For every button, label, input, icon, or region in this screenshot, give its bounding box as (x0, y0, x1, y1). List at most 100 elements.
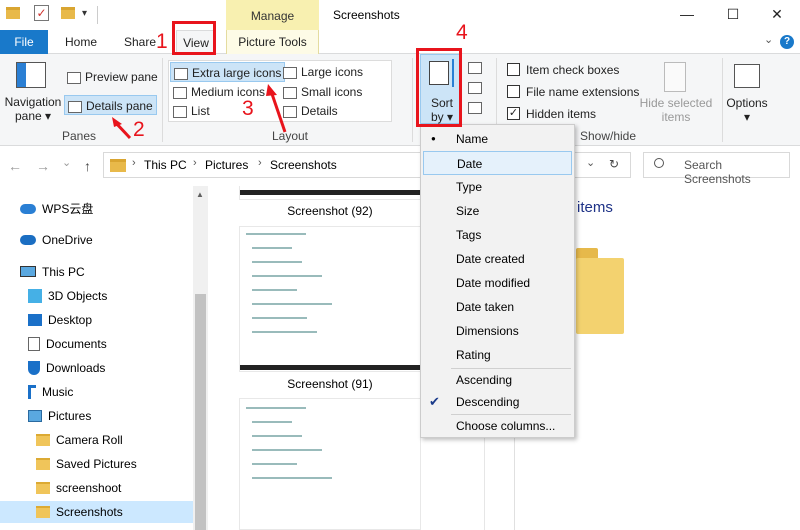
breadcrumb-separator[interactable]: › (258, 157, 262, 169)
sort-menu-rating[interactable]: Rating (421, 343, 574, 367)
nav-item-downloads[interactable]: Downloads (28, 357, 105, 379)
nav-item-screenshoot[interactable]: screenshoot (36, 477, 121, 499)
help-icon[interactable]: ? (780, 35, 794, 49)
new-folder-icon[interactable] (61, 7, 75, 19)
sort-menu-date-created[interactable]: Date created (421, 247, 574, 271)
sort-menu-tags[interactable]: Tags (421, 223, 574, 247)
file-thumbnail-partial[interactable] (239, 186, 421, 200)
breadcrumb-screenshots[interactable]: Screenshots (270, 158, 337, 172)
thumbnail-line (252, 435, 302, 437)
nav-item-label: Pictures (48, 409, 92, 423)
small-icons-button[interactable]: Small icons (280, 82, 365, 102)
properties-icon[interactable]: ✓ (34, 5, 49, 21)
hidden-items-toggle[interactable]: ✓ Hidden items (504, 104, 599, 124)
close-button[interactable]: ✕ (754, 0, 800, 30)
nav-item-this-pc[interactable]: This PC (20, 261, 85, 283)
tab-manage[interactable]: Manage (226, 0, 319, 30)
sort-by-menu: ● Name Date Type Size Tags Date created … (420, 124, 575, 438)
group-by-icon[interactable] (468, 62, 482, 74)
sort-menu-item-label: Type (456, 180, 483, 194)
extra-large-icons-button[interactable]: Extra large icons (170, 62, 286, 82)
file-label[interactable]: Screenshot (91) (239, 377, 421, 391)
nav-item-saved-pictures[interactable]: Saved Pictures (36, 453, 137, 475)
sort-menu-choose-columns[interactable]: Choose columns... (421, 414, 574, 438)
file-label[interactable]: Screenshot (92) (239, 204, 421, 218)
sort-menu-item-label: Tags (456, 228, 482, 242)
customize-quick-access-icon[interactable]: ▾ (82, 8, 87, 19)
annotation-box-view (172, 21, 216, 55)
hide-selected-items-button[interactable]: Hide selected items (636, 96, 716, 126)
details-pane-label: Details pane (86, 99, 153, 113)
search-input[interactable]: Search Screenshots (684, 158, 789, 186)
list-view-icon (173, 105, 187, 118)
layout-group-label: Layout (271, 129, 309, 143)
sort-menu-date[interactable]: Date (423, 151, 572, 175)
minimize-button[interactable]: — (664, 0, 710, 30)
tab-home[interactable]: Home (56, 30, 106, 54)
sort-menu-date-modified[interactable]: Date modified (421, 271, 574, 295)
thumbnail-line (252, 477, 332, 479)
sort-menu-type[interactable]: Type (421, 175, 574, 199)
details-item-count: items (577, 199, 613, 216)
hidden-items-checkbox[interactable]: ✓ (507, 107, 520, 121)
nav-item-camera-roll[interactable]: Camera Roll (36, 429, 123, 451)
details-pane-button[interactable]: Details pane (64, 95, 157, 115)
nav-item-desktop[interactable]: Desktop (28, 309, 92, 331)
hidden-items-label: Hidden items (526, 107, 597, 121)
options-button[interactable]: Options ▾ (722, 96, 772, 126)
tab-file[interactable]: File (0, 30, 48, 54)
checkmark-icon: ✔ (429, 394, 440, 409)
search-box[interactable]: Search Screenshots (643, 152, 790, 186)
divider (97, 6, 98, 24)
scroll-up-icon[interactable]: ▲ (196, 190, 204, 199)
sort-menu-descending[interactable]: ✔ Descending (421, 390, 574, 414)
sort-menu-item-label: Descending (456, 395, 520, 409)
item-check-boxes-toggle[interactable]: Item check boxes (504, 60, 622, 80)
preview-pane-button[interactable]: Preview pane (64, 67, 161, 87)
nav-item-wps[interactable]: WPS云盘 (20, 198, 93, 220)
details-view-button[interactable]: Details (280, 101, 341, 121)
up-button[interactable]: ↑ (84, 158, 91, 174)
details-view-icon (283, 105, 297, 118)
breadcrumb-separator[interactable]: › (132, 157, 136, 169)
sort-menu-size[interactable]: Size (421, 199, 574, 223)
sort-menu-name[interactable]: ● Name (421, 127, 574, 151)
nav-pane-scroll-thumb[interactable] (195, 294, 206, 530)
sort-menu-dimensions[interactable]: Dimensions (421, 319, 574, 343)
large-icons-button[interactable]: Large icons (280, 62, 366, 82)
size-columns-icon[interactable] (468, 102, 482, 114)
sort-menu-date-taken[interactable]: Date taken (421, 295, 574, 319)
navigation-pane-button[interactable]: Navigation pane ▾ (4, 95, 62, 125)
nav-item-screenshots[interactable]: Screenshots (0, 501, 193, 523)
breadcrumb-separator[interactable]: › (193, 157, 197, 169)
nav-item-label: Desktop (48, 313, 93, 327)
sort-menu-item-label: Name (456, 132, 489, 146)
maximize-button[interactable]: ☐ (710, 0, 756, 30)
forward-button[interactable]: → (36, 158, 50, 174)
annotation-number-2: 2 (133, 118, 145, 141)
sort-menu-ascending[interactable]: Ascending (421, 368, 574, 392)
nav-item-pictures[interactable]: Pictures (28, 405, 91, 427)
item-check-boxes-checkbox[interactable] (507, 63, 520, 77)
list-view-button[interactable]: List (170, 101, 213, 121)
recent-locations-button[interactable]: ⌄ (62, 156, 71, 169)
file-name-extensions-checkbox[interactable] (507, 85, 520, 99)
nav-item-3d-objects[interactable]: 3D Objects (28, 285, 107, 307)
file-thumbnail[interactable] (239, 398, 421, 530)
folder-icon (36, 433, 50, 446)
nav-item-onedrive[interactable]: OneDrive (20, 229, 93, 251)
add-columns-icon[interactable] (468, 82, 482, 94)
collapse-ribbon-icon[interactable]: ⌄ (764, 33, 773, 46)
breadcrumb-this-pc[interactable]: This PC (144, 158, 187, 172)
tab-picture-tools[interactable]: Picture Tools (226, 30, 319, 54)
nav-item-music[interactable]: Music (28, 381, 73, 403)
back-button[interactable]: ← (8, 158, 22, 174)
sort-menu-item-label: Date taken (456, 300, 515, 314)
refresh-icon[interactable]: ↻ (609, 157, 619, 171)
address-dropdown-icon[interactable]: ⌄ (586, 156, 595, 169)
breadcrumb-pictures[interactable]: Pictures (205, 158, 248, 172)
navigation-pane: WPS云盘 OneDrive This PC 3D Objects Deskto… (0, 186, 208, 530)
nav-item-documents[interactable]: Documents (28, 333, 107, 355)
file-thumbnail[interactable] (239, 226, 421, 372)
file-name-extensions-toggle[interactable]: File name extensions (504, 82, 642, 102)
